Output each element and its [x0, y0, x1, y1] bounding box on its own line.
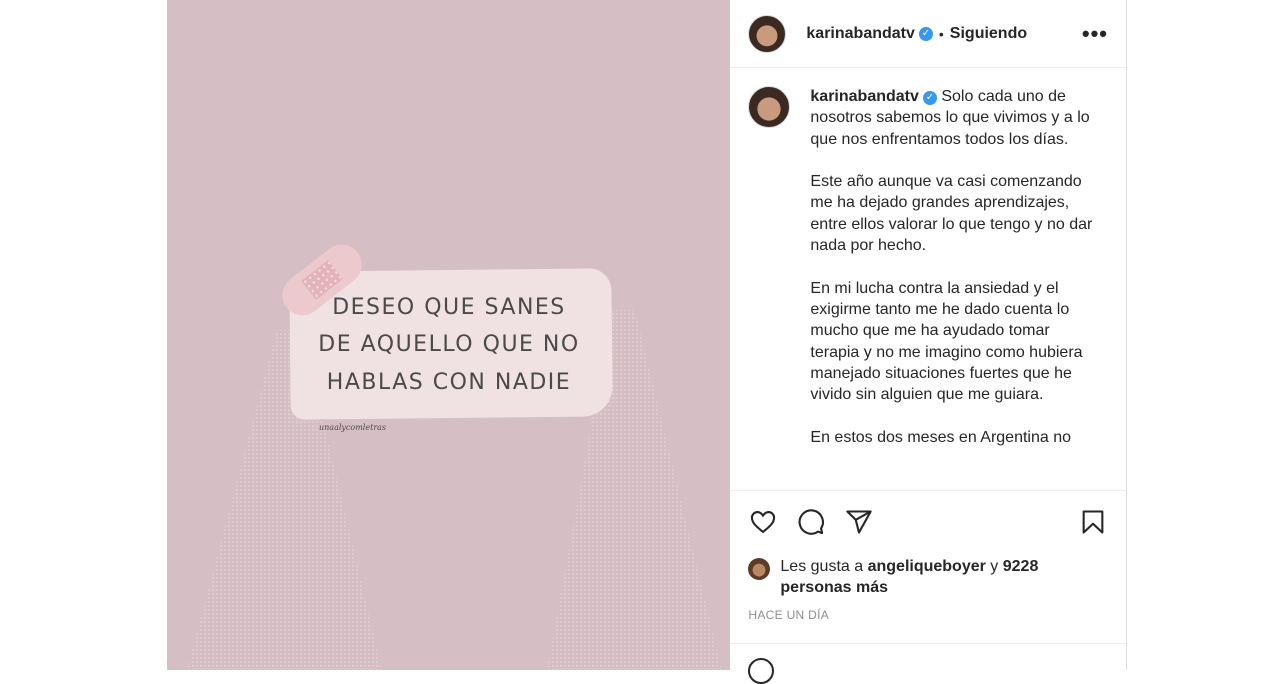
following-button[interactable]: Siguiendo	[950, 25, 1027, 43]
post-timestamp[interactable]: HACE UN DÍA	[748, 608, 829, 622]
like-button[interactable]	[748, 507, 778, 537]
author-avatar[interactable]	[748, 14, 787, 53]
caption-paragraph-3: En mi lucha contra la ansiedad y el exig…	[810, 279, 1083, 404]
post-sidebar: karinabandatv ✓ • Siguiendo ••• karinaba…	[730, 0, 1127, 684]
caption-text: karinabandatv ✓ Solo cada uno de nosotros…	[810, 86, 1095, 490]
emoji-icon[interactable]	[748, 657, 775, 684]
comment-bar	[730, 643, 1127, 684]
liker-avatar[interactable]	[748, 558, 771, 580]
bookmark-icon	[1083, 509, 1104, 534]
image-signature: unaalycomletras	[319, 423, 387, 432]
save-button[interactable]	[1078, 507, 1108, 537]
caption-username[interactable]: karinabandatv	[810, 88, 918, 105]
caption-section: karinabandatv ✓ Solo cada uno de nosotros…	[730, 68, 1126, 490]
comment-icon	[798, 508, 825, 535]
caption-avatar[interactable]	[748, 86, 791, 128]
verified-icon: ✓	[922, 90, 937, 105]
quote-line-2: DE AQUELLO QUE NO	[318, 332, 580, 357]
quote-line-3: HABLAS CON NADIE	[326, 370, 572, 395]
separator-dot: •	[938, 25, 944, 42]
more-options-icon[interactable]: •••	[1082, 21, 1108, 47]
liker-username[interactable]: angeliqueboyer	[868, 558, 986, 575]
comment-button[interactable]	[796, 507, 826, 537]
share-icon	[846, 509, 873, 534]
caption-paragraph-2: Este año aunque va casi comenzando me ha…	[810, 173, 1093, 255]
heart-icon	[751, 510, 776, 533]
comment-input[interactable]	[788, 661, 1053, 680]
verified-icon: ✓	[918, 26, 933, 41]
instagram-post: DESEO QUE SANES DE AQUELLO QUE NO HABLAS…	[167, 0, 1127, 684]
likes-summary: Les gusta a angeliqueboyer y 9228 person…	[748, 556, 1068, 598]
likes-conjunction: y	[990, 558, 999, 575]
likes-prefix: Les gusta a	[780, 558, 864, 575]
author-username[interactable]: karinabandatv	[806, 25, 914, 43]
action-bar	[730, 490, 1127, 552]
post-header: karinabandatv ✓ • Siguiendo •••	[730, 0, 1126, 68]
post-image[interactable]: DESEO QUE SANES DE AQUELLO QUE NO HABLAS…	[167, 0, 731, 670]
caption-paragraph-4: En estos dos meses en Argentina no	[810, 428, 1072, 446]
share-button[interactable]	[844, 507, 874, 537]
quote-line-1: DESEO QUE SANES	[332, 295, 566, 320]
